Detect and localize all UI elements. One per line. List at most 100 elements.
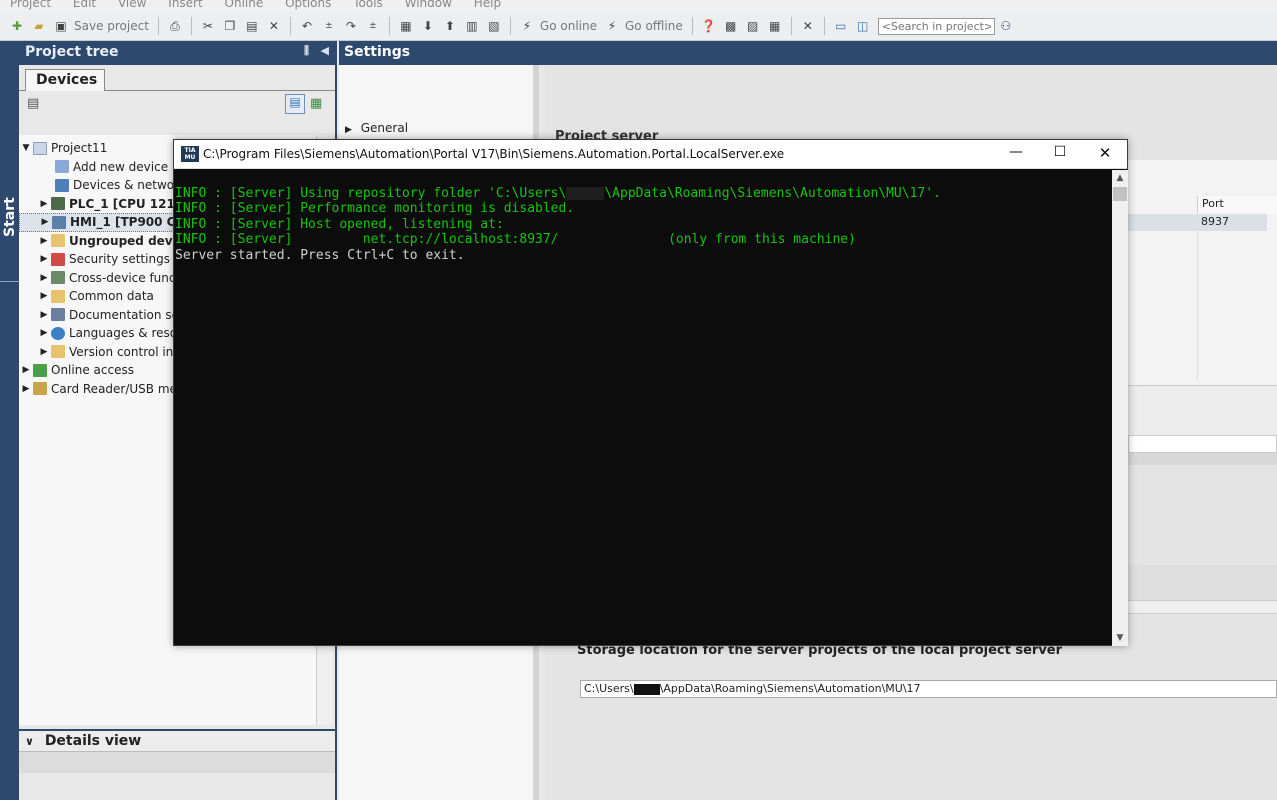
details-view-header[interactable]: ∨ Details view xyxy=(19,729,335,751)
tree-expand-icon[interactable]: ▶ xyxy=(37,254,51,264)
scroll-thumb[interactable] xyxy=(1113,187,1127,201)
copy-icon[interactable]: ❐ xyxy=(221,17,239,35)
plc-icon xyxy=(51,197,65,211)
console-title-bar[interactable]: TIA MU C:\Program Files\Siemens\Automati… xyxy=(174,140,1127,169)
device-config-icon[interactable]: ▧ xyxy=(485,17,503,35)
close-button[interactable]: ✕ xyxy=(1090,144,1120,164)
upload-from-device-icon[interactable]: ⬆ xyxy=(441,17,459,35)
settings-section-divider xyxy=(1128,600,1277,614)
start-cpu-icon[interactable]: ▩ xyxy=(722,17,740,35)
menu-help[interactable]: Help xyxy=(474,0,501,10)
new-project-icon[interactable]: ✚ xyxy=(8,17,26,35)
minimize-button[interactable]: — xyxy=(1001,144,1031,164)
tree-overview-icon[interactable]: ▤ xyxy=(27,96,39,111)
tree-expand-icon[interactable]: ▶ xyxy=(37,347,51,357)
storage-path-suffix: \AppData\Roaming\Siemens\Automation\MU\1… xyxy=(659,682,921,695)
panel-controls: ⫼ ◀ xyxy=(304,44,329,58)
delete-icon[interactable]: ✕ xyxy=(265,17,283,35)
settings-nav-general[interactable]: ▶ General xyxy=(345,121,408,135)
console-line: INFO : [Server] Host opened, listening a… xyxy=(175,216,504,232)
tree-update-icon[interactable]: ▦ xyxy=(310,96,322,111)
chevron-down-icon[interactable]: ∨ xyxy=(25,735,34,748)
undo-icon[interactable]: ↶ xyxy=(298,17,316,35)
pin-icon[interactable]: ⫼ xyxy=(304,44,309,57)
cut-icon[interactable]: ✂ xyxy=(199,17,217,35)
toolbar-separator xyxy=(790,17,792,35)
tree-expand-icon[interactable]: ▼ xyxy=(19,143,33,153)
storage-path-field[interactable]: C:\Users\ \AppData\Roaming\Siemens\Automa… xyxy=(580,680,1277,698)
tree-item-label: Languages & resou xyxy=(69,326,185,341)
tree-expand-icon[interactable]: ▶ xyxy=(37,291,51,301)
tree-expand-icon[interactable]: ▶ xyxy=(37,273,51,283)
tree-item-label: Documentation se xyxy=(69,307,179,322)
tab-devices[interactable]: Devices xyxy=(25,69,105,91)
console-line: INFO : [Server] Using repository folder … xyxy=(175,186,1111,202)
table-row[interactable] xyxy=(1128,214,1197,231)
close-all-icon[interactable]: ✕ xyxy=(799,17,817,35)
go-online-button[interactable]: Go online xyxy=(540,19,597,33)
console-scrollbar[interactable]: ▲ ▼ xyxy=(1112,170,1128,646)
maximize-button[interactable]: ☐ xyxy=(1045,144,1075,164)
open-project-icon[interactable]: ▰ xyxy=(30,17,48,35)
redacted-username xyxy=(633,683,660,695)
menu-tools[interactable]: Tools xyxy=(353,0,383,10)
port-column-header[interactable]: Port xyxy=(1197,196,1277,213)
documentation-icon xyxy=(51,308,65,322)
start-simulation-icon[interactable]: ▥ xyxy=(463,17,481,35)
tree-expand-icon[interactable]: ▶ xyxy=(37,236,51,246)
settings-section-divider xyxy=(1128,453,1277,465)
project-tree-header: Project tree ⫼ ◀ xyxy=(19,41,335,65)
scroll-up-icon[interactable]: ▲ xyxy=(1112,170,1128,186)
undo-dropdown-icon[interactable]: ± xyxy=(320,17,338,35)
tree-item-label: Online access xyxy=(51,363,134,378)
add-device-icon xyxy=(55,160,69,174)
collapse-panel-icon[interactable]: ◀ xyxy=(321,44,329,57)
search-binoculars-icon[interactable]: ⚇ xyxy=(997,17,1015,35)
save-project-button[interactable]: Save project xyxy=(74,19,149,33)
port-value[interactable]: 8937 xyxy=(1197,214,1267,231)
redo-icon[interactable]: ↷ xyxy=(342,17,360,35)
accessible-devices-icon[interactable]: ❓ xyxy=(700,17,718,35)
tree-view-icon[interactable]: ▤ xyxy=(285,94,305,114)
tree-expand-icon[interactable]: ▶ xyxy=(19,384,33,394)
console-window: TIA MU C:\Program Files\Siemens\Automati… xyxy=(173,139,1128,646)
start-tab[interactable]: Start xyxy=(0,41,19,800)
search-input[interactable] xyxy=(877,17,995,35)
scroll-down-icon[interactable]: ▼ xyxy=(1112,630,1128,646)
settings-field[interactable] xyxy=(1128,435,1277,453)
cross-reference-icon[interactable]: ▦ xyxy=(766,17,784,35)
console-line-part: \AppData\Roaming\Siemens\Automation\MU\1… xyxy=(604,185,941,201)
go-offline-button[interactable]: Go offline xyxy=(625,19,683,33)
project-icon xyxy=(33,141,47,155)
tree-expand-icon[interactable]: ▶ xyxy=(37,310,51,320)
menu-project[interactable]: Project xyxy=(10,0,51,10)
save-icon[interactable]: ▣ xyxy=(52,17,70,35)
menu-window[interactable]: Window xyxy=(405,0,452,10)
menu-bar: Project Edit View Insert Online Options … xyxy=(0,0,1277,12)
stop-cpu-icon[interactable]: ▨ xyxy=(744,17,762,35)
menu-insert[interactable]: Insert xyxy=(168,0,202,10)
compile-icon[interactable]: ▦ xyxy=(397,17,415,35)
hmi-icon xyxy=(52,215,66,229)
go-offline-icon[interactable]: ⚡ xyxy=(603,17,621,35)
menu-online[interactable]: Online xyxy=(225,0,264,10)
split-horizontal-icon[interactable]: ▭ xyxy=(832,17,850,35)
cross-device-icon xyxy=(51,271,65,285)
tree-expand-icon[interactable]: ▶ xyxy=(37,328,51,338)
go-online-icon[interactable]: ⚡ xyxy=(518,17,536,35)
print-icon[interactable]: ⎙ xyxy=(166,17,184,35)
chevron-right-icon: ▶ xyxy=(345,125,352,135)
console-output[interactable]: INFO : [Server] Using repository folder … xyxy=(174,170,1112,646)
redo-dropdown-icon[interactable]: ± xyxy=(364,17,382,35)
tree-expand-icon[interactable]: ▶ xyxy=(19,365,33,375)
download-to-device-icon[interactable]: ⬇ xyxy=(419,17,437,35)
menu-options[interactable]: Options xyxy=(285,0,331,10)
menu-edit[interactable]: Edit xyxy=(73,0,96,10)
tree-expand-icon[interactable]: ▶ xyxy=(38,217,52,227)
tree-expand-icon[interactable]: ▶ xyxy=(37,199,51,209)
folder-icon xyxy=(51,234,65,248)
paste-icon[interactable]: ▤ xyxy=(243,17,261,35)
menu-view[interactable]: View xyxy=(118,0,146,10)
main-toolbar: ✚ ▰ ▣ Save project ⎙ ✂ ❐ ▤ ✕ ↶ ± ↷ ± ▦ ⬇… xyxy=(0,12,1277,41)
split-vertical-icon[interactable]: ◫ xyxy=(854,17,872,35)
